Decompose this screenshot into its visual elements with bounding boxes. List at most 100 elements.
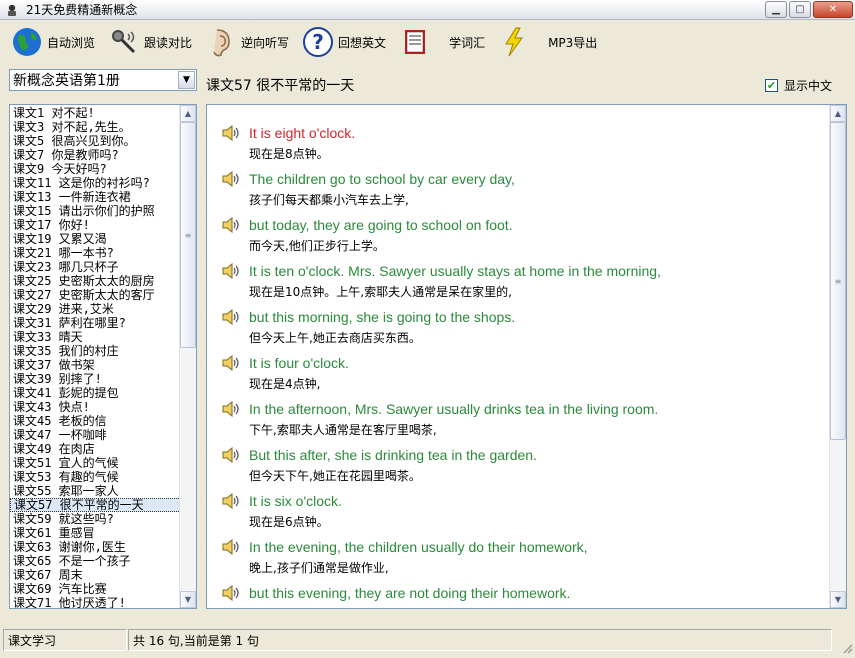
close-button[interactable]: ✕ (813, 1, 853, 18)
lesson-list-item[interactable]: 课文55 索耶一家人 (10, 484, 181, 498)
speaker-icon[interactable] (221, 538, 243, 556)
reverse-dictation-button[interactable]: 逆向听写 (204, 22, 289, 62)
chevron-down-icon[interactable]: ▼ (178, 71, 195, 89)
maximize-button[interactable]: ▢ (789, 1, 811, 18)
lesson-list-item[interactable]: 课文9 今天好吗? (10, 162, 181, 176)
speaker-icon[interactable] (221, 124, 243, 142)
lesson-list-item[interactable]: 课文21 哪一本书? (10, 246, 181, 260)
speaker-icon[interactable] (221, 216, 243, 234)
sentence-chinese: 但今天下午,她正在花园里喝茶。 (249, 469, 421, 483)
sentence-item[interactable]: but this morning, she is going to the sh… (221, 305, 821, 351)
lesson-list-item[interactable]: 课文27 史密斯太太的客厅 (10, 288, 181, 302)
auto-browse-button[interactable]: 自动浏览 (10, 22, 95, 62)
sentence-item[interactable]: But this after, she is drinking tea in t… (221, 443, 821, 489)
lesson-list-scrollbar[interactable]: ▲ ≡ ▼ (179, 105, 196, 608)
sentence-chinese (221, 604, 821, 608)
sentence-chinese: 但今天上午,她正去商店买东西。 (249, 331, 421, 345)
lesson-list-item[interactable]: 课文39 别摔了! (10, 372, 181, 386)
lesson-list-item[interactable]: 课文67 周末 (10, 568, 181, 582)
sentence-item[interactable]: It is six o'clock. 现在是6点钟。 (221, 489, 821, 535)
lesson-list-item[interactable]: 课文53 有趣的气候 (10, 470, 181, 484)
recall-english-label: 回想英文 (338, 35, 387, 50)
lesson-list-item[interactable]: 课文57 很不平常的一天 (10, 498, 181, 512)
lesson-list-item[interactable]: 课文71 他讨厌透了! (10, 596, 181, 608)
lesson-list-item[interactable]: 课文7 你是教师吗? (10, 148, 181, 162)
lesson-list-item[interactable]: 课文3 对不起,先生。 (10, 120, 181, 134)
lesson-list-item[interactable]: 课文49 在肉店 (10, 442, 181, 456)
mp3-export-button[interactable]: MP3导出 (497, 22, 597, 62)
lesson-list-item[interactable]: 课文69 汽车比赛 (10, 582, 181, 596)
speaker-icon[interactable] (221, 400, 243, 418)
book-select[interactable]: 新概念英语第1册 ▼ (9, 69, 197, 91)
lesson-list-item[interactable]: 课文47 一杯咖啡 (10, 428, 181, 442)
lesson-list-item[interactable]: 课文45 老板的信 (10, 414, 181, 428)
scroll-down-icon[interactable]: ▼ (830, 591, 846, 608)
sentence-item[interactable]: In the evening, the children usually do … (221, 535, 821, 581)
sentence-item[interactable]: It is eight o'clock. 现在是8点钟。 (221, 121, 821, 167)
minimize-button[interactable]: ▁ (765, 1, 787, 18)
lesson-list-item[interactable]: 课文33 晴天 (10, 330, 181, 344)
sentence-item[interactable]: In the afternoon, Mrs. Sawyer usually dr… (221, 397, 821, 443)
lesson-list-item[interactable]: 课文41 彭妮的提包 (10, 386, 181, 400)
lesson-list-item[interactable]: 课文65 不是一个孩子 (10, 554, 181, 568)
recall-english-button[interactable]: ? 回想英文 (301, 22, 386, 62)
status-bar: 课文学习 共 16 句,当前是第 1 句 (0, 626, 855, 656)
speaker-icon[interactable] (221, 446, 243, 464)
lesson-list[interactable]: 课文1 对不起! 课文3 对不起,先生。 课文5 很高兴见到你。 课文7 你是教师吗?… (9, 104, 197, 609)
lesson-list-item[interactable]: 课文25 史密斯太太的厨房 (10, 274, 181, 288)
sentence-item[interactable]: The children go to school by car every d… (221, 167, 821, 213)
lesson-list-item[interactable]: 课文43 快点! (10, 400, 181, 414)
sentence-item[interactable]: but this evening, they are not doing the… (221, 581, 821, 608)
speaker-icon[interactable] (221, 308, 243, 326)
content-scrollbar[interactable]: ▲ ≡ ▼ (829, 105, 846, 608)
speaker-icon[interactable] (221, 170, 243, 188)
scrollbar-thumb[interactable]: ≡ (830, 122, 846, 440)
lesson-list-item[interactable]: 课文63 谢谢你,医生 (10, 540, 181, 554)
sentence-chinese: 而今天,他们正步行上学。 (249, 239, 385, 253)
lesson-list-item[interactable]: 课文17 你好! (10, 218, 181, 232)
scroll-up-icon[interactable]: ▲ (830, 105, 846, 122)
speaker-icon[interactable] (221, 584, 243, 602)
speaker-icon[interactable] (221, 492, 243, 510)
sentence-item[interactable]: It is four o'clock. 现在是4点钟, (221, 351, 821, 397)
lesson-list-item[interactable]: 课文31 萨利在哪里? (10, 316, 181, 330)
lesson-list-item[interactable]: 课文51 宜人的气候 (10, 456, 181, 470)
show-chinese-toggle[interactable]: ✔ 显示中文 (765, 77, 832, 94)
vocabulary-button[interactable]: 学词汇 (398, 22, 485, 62)
sentence-english-line: but this morning, she is going to the sh… (221, 305, 821, 328)
read-compare-button[interactable]: 跟读对比 (107, 22, 192, 62)
speaker-icon[interactable] (221, 262, 243, 280)
lesson-list-item[interactable]: 课文29 进来,艾米 (10, 302, 181, 316)
show-chinese-checkbox[interactable]: ✔ (765, 79, 778, 92)
lesson-list-item[interactable]: 课文59 就这些吗? (10, 512, 181, 526)
sentence-item[interactable]: It is ten o'clock. Mrs. Sawyer usually s… (221, 259, 821, 305)
lesson-list-item[interactable]: 课文13 一件新连衣裙 (10, 190, 181, 204)
lesson-list-item[interactable]: 课文11 这是你的衬衫吗? (10, 176, 181, 190)
lesson-list-item[interactable]: 课文15 请出示你们的护照 (10, 204, 181, 218)
scroll-up-icon[interactable]: ▲ (180, 105, 196, 122)
scroll-down-icon[interactable]: ▼ (180, 591, 196, 608)
title-bar: 21天免费精通新概念 ▁ ▢ ✕ (0, 0, 855, 20)
read-compare-label: 跟读对比 (144, 35, 193, 50)
sentence-english-line: It is eight o'clock. (221, 121, 821, 144)
window-title: 21天免费精通新概念 (26, 3, 138, 17)
lesson-list-item[interactable]: 课文5 很高兴见到你。 (10, 134, 181, 148)
lesson-list-item[interactable]: 课文37 做书架 (10, 358, 181, 372)
lesson-list-item[interactable]: 课文61 重感冒 (10, 526, 181, 540)
lesson-list-item[interactable]: 课文1 对不起! (10, 106, 181, 120)
sentence-english-line: but this evening, they are not doing the… (221, 581, 821, 604)
resize-grip-icon[interactable] (841, 642, 853, 654)
sentence-chinese: 现在是6点钟。 (249, 515, 329, 529)
scrollbar-thumb[interactable]: ≡ (180, 122, 196, 348)
sentence-english: In the afternoon, Mrs. Sawyer usually dr… (249, 400, 659, 417)
speaker-icon[interactable] (221, 354, 243, 372)
sentence-item[interactable]: but today, they are going to school on f… (221, 213, 821, 259)
ear-icon (204, 25, 238, 59)
lesson-list-item[interactable]: 课文23 哪几只杯子 (10, 260, 181, 274)
svg-text:?: ? (312, 30, 324, 54)
lesson-list-item[interactable]: 课文35 我们的村庄 (10, 344, 181, 358)
sentence-english-line: In the afternoon, Mrs. Sawyer usually dr… (221, 397, 821, 420)
reverse-dictation-label: 逆向听写 (241, 35, 290, 50)
sentence-english-line: But this after, she is drinking tea in t… (221, 443, 821, 466)
lesson-list-item[interactable]: 课文19 又累又渴 (10, 232, 181, 246)
